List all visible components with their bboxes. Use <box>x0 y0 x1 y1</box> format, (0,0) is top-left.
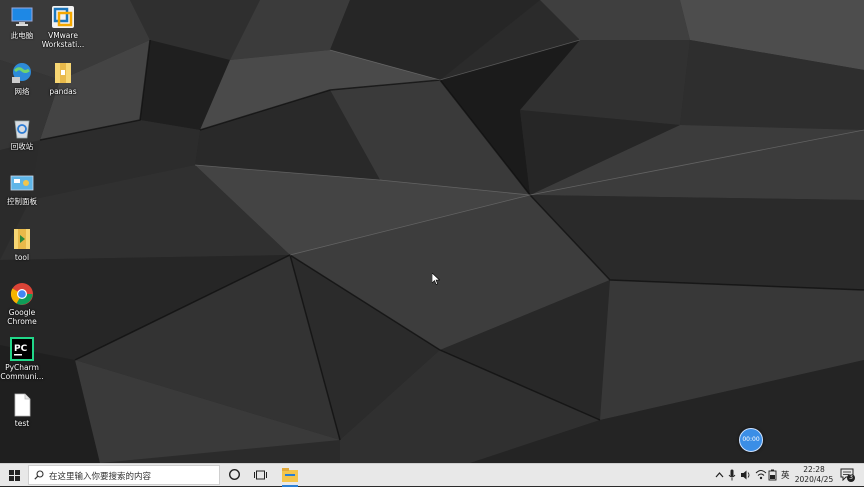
control-panel-icon <box>10 175 34 191</box>
desktop-icon-label: 网络 <box>14 87 30 96</box>
chevron-up-icon[interactable] <box>715 469 724 481</box>
vmware-icon <box>52 6 74 28</box>
taskbar-search-box[interactable]: 在这里输入你要搜索的内容 <box>28 465 220 485</box>
desktop-icon-label: Google Chrome <box>7 308 37 326</box>
desktop-icon-pycharm[interactable]: PC PyCharm Communi... <box>0 337 44 381</box>
file-explorer-icon <box>282 468 298 482</box>
desktop-icon-label: PyCharm Communi... <box>0 363 44 381</box>
desktop-icon-recycle-bin[interactable]: 回收站 <box>0 116 44 151</box>
volume-icon[interactable] <box>740 469 752 481</box>
desktop-icon-label: 控制面板 <box>7 197 37 206</box>
cortana-icon[interactable] <box>228 468 241 481</box>
desktop-icon-this-pc[interactable]: 此电脑 <box>0 5 44 40</box>
desktop-icon-label: VMware Workstati... <box>41 31 85 49</box>
start-button[interactable] <box>0 464 28 486</box>
clock-time: 22:28 <box>803 465 825 474</box>
computer-icon <box>11 7 33 26</box>
file-explorer-taskbar-button[interactable] <box>280 466 300 487</box>
desktop-icon-google-chrome[interactable]: Google Chrome <box>0 282 44 326</box>
desktop-icon-label: pandas <box>49 87 77 96</box>
desktop-icon-label: test <box>14 419 30 428</box>
recorder-timer-button[interactable]: 00:00 <box>739 428 763 452</box>
search-placeholder: 在这里输入你要搜索的内容 <box>49 472 152 482</box>
search-icon <box>34 470 44 480</box>
desktop-icon-network[interactable]: 网络 <box>0 61 44 96</box>
desktop-icon-label: 此电脑 <box>10 31 34 40</box>
taskbar: 在这里输入你要搜索的内容 英 22:28 2020/4/25 3 <box>0 463 864 487</box>
network-icon <box>12 63 31 83</box>
notification-count-badge: 3 <box>847 474 855 482</box>
folder-icon <box>55 63 71 83</box>
desktop-icon-label: 回收站 <box>10 142 34 151</box>
desktop-icon-pandas[interactable]: pandas <box>41 61 85 96</box>
file-icon <box>14 393 31 417</box>
input-method-indicator[interactable]: 英 <box>781 469 790 481</box>
pycharm-icon: PC <box>10 337 34 361</box>
recycle-bin-icon <box>14 120 30 139</box>
taskbar-clock[interactable]: 22:28 2020/4/25 <box>794 465 834 485</box>
desktop-icon-tool[interactable]: tool <box>0 227 44 262</box>
wifi-icon[interactable] <box>755 469 767 481</box>
chrome-icon <box>10 283 33 305</box>
desktop-icon-vmware[interactable]: VMware Workstati... <box>41 5 85 49</box>
desktop-icon-label: tool <box>14 253 30 262</box>
desktop-icon-control-panel[interactable]: 控制面板 <box>0 171 44 206</box>
clock-date: 2020/4/25 <box>794 475 834 484</box>
desktop-wallpaper[interactable] <box>0 0 864 463</box>
microphone-icon[interactable] <box>728 469 736 481</box>
battery-icon[interactable] <box>768 469 779 481</box>
desktop-icon-test[interactable]: test <box>0 393 44 428</box>
svg-text:PC: PC <box>14 344 28 354</box>
task-view-icon[interactable] <box>254 469 267 481</box>
mouse-cursor-icon <box>432 273 440 285</box>
windows-logo-icon <box>9 470 20 481</box>
folder-icon <box>14 229 30 249</box>
